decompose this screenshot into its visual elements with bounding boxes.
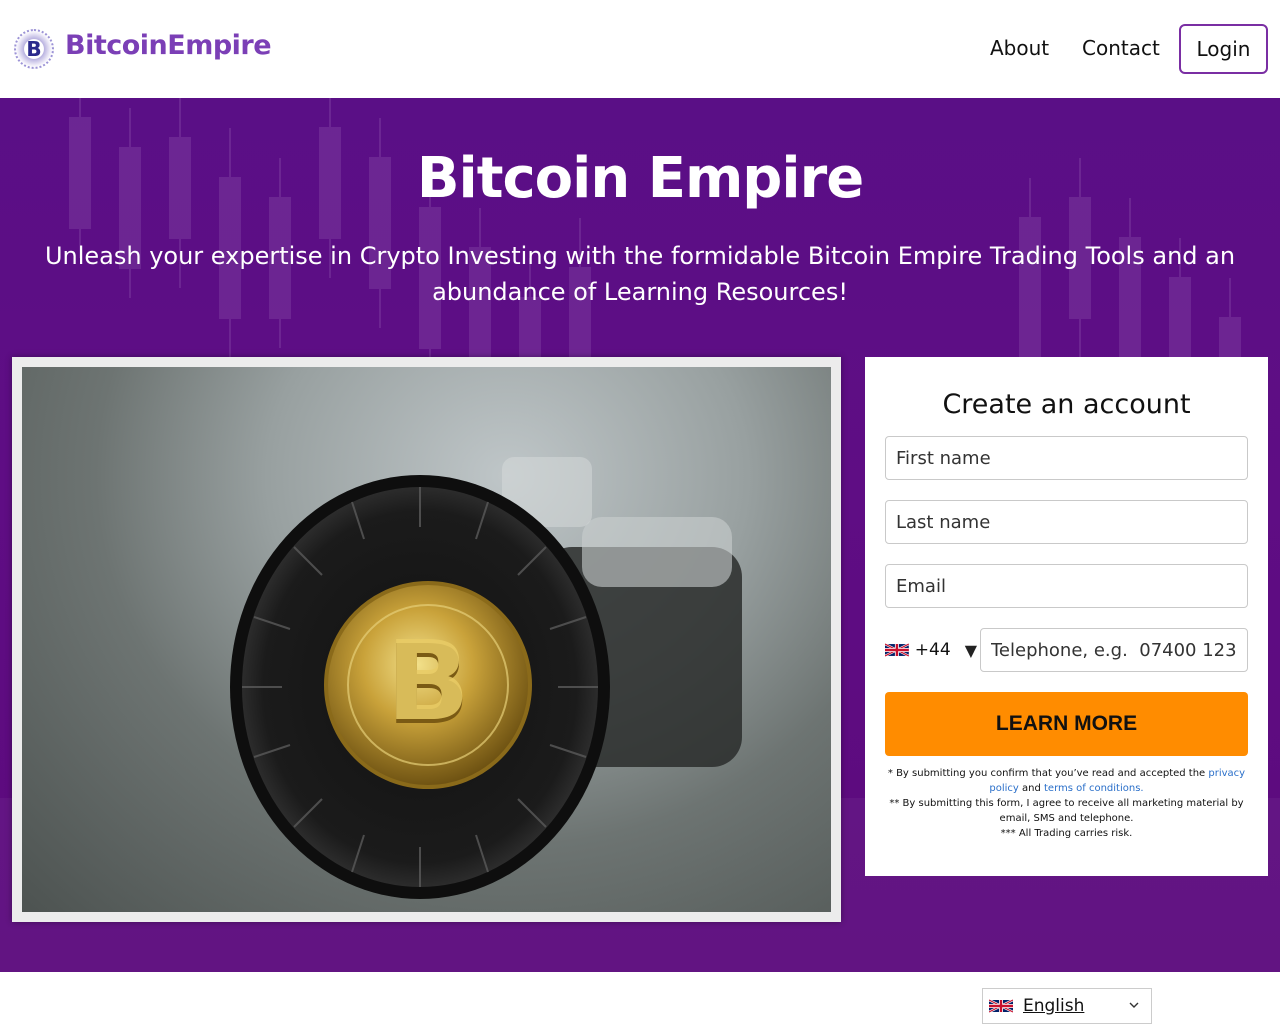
bitcoin-coin-illustration: B B [230,457,742,899]
disclaimer-line3: *** All Trading carries risk. [1000,828,1133,839]
phone-prefix-code: +44 [914,640,951,660]
form-title: Create an account [942,389,1191,420]
email-input[interactable] [885,564,1248,608]
language-label: English [1023,996,1085,1016]
uk-flag-icon [885,643,909,657]
signup-form: Create an account +44 ▼ LEARN MORE * By … [865,357,1268,876]
nav-about-link[interactable]: About [990,36,1049,60]
terms-link[interactable]: terms of conditions. [1044,783,1144,794]
last-name-input[interactable] [885,500,1248,544]
disclaimer-and: and [1018,783,1045,794]
form-disclaimer: * By submitting you confirm that you’ve … [883,766,1250,841]
login-button[interactable]: Login [1179,24,1268,74]
bitcoin-coin-image: B B [22,367,831,912]
language-selector[interactable]: English [982,988,1152,1024]
hero-image-frame: B B [12,357,841,922]
hero-subtitle: Unleash your expertise in Crypto Investi… [44,242,1236,306]
learn-more-button[interactable]: LEARN MORE [885,692,1248,756]
hero-section: Bitcoin Empire Unleash your expertise in… [0,98,1280,972]
disclaimer-line2: ** By submitting this form, I agree to r… [889,798,1244,824]
first-name-input[interactable] [885,436,1248,480]
site-header: B BitcoinEmpire About Contact Login [0,0,1280,98]
svg-text:B: B [386,617,470,745]
logo-letter: B [26,37,42,61]
logo-icon[interactable]: B [14,29,54,69]
phone-country-select[interactable]: +44 ▼ [885,628,977,672]
brand-name[interactable]: BitcoinEmpire [65,30,272,61]
telephone-input[interactable] [980,628,1248,672]
nav-contact-link[interactable]: Contact [1082,36,1160,60]
disclaimer-line1-prefix: * By submitting you confirm that you’ve … [887,768,1209,779]
uk-flag-icon [989,998,1013,1014]
dropdown-arrow-icon: ▼ [964,640,977,660]
chevron-down-icon [1129,1002,1139,1008]
hero-title: Bitcoin Empire [416,146,864,211]
